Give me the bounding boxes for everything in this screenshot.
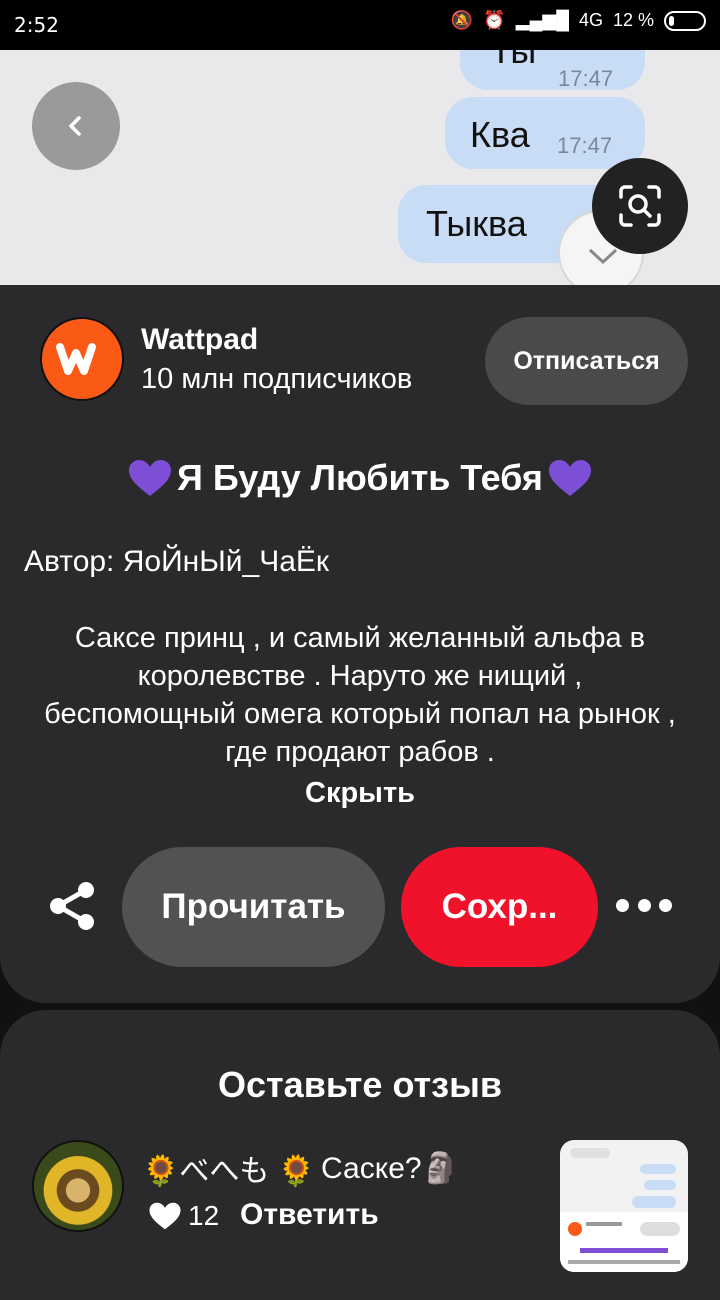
dot-icon (616, 898, 629, 912)
share-icon (50, 882, 94, 930)
purple-heart-icon (129, 460, 172, 496)
like-count: 12 (188, 1200, 220, 1231)
wattpad-logo[interactable] (40, 317, 124, 401)
subscriber-count: 10 млн подписчиков (141, 363, 413, 395)
hide-description-link[interactable]: Скрыть (0, 777, 720, 810)
comment-author[interactable]: 🌻べへも 🌻 (142, 1146, 315, 1190)
reply-button[interactable]: Ответить (240, 1198, 379, 1232)
comment-text: Саске?🗿 (321, 1151, 459, 1185)
chevron-left-icon (69, 116, 81, 136)
pin-details-card: Wattpad 10 млн подписчиков Отписаться Я … (0, 285, 720, 1003)
heart-icon (149, 1202, 181, 1230)
read-button[interactable]: Прочитать (122, 847, 385, 967)
visual-search-button[interactable] (592, 158, 688, 254)
status-icons: 🔕 ⏰ ▂▄▆█ 4G 12 % (451, 10, 706, 31)
dot-icon (659, 898, 672, 912)
reviews-section: Оставьте отзыв 🌻べへも 🌻 Саске?🗿 12 Ответит… (0, 1010, 720, 1300)
more-options-button[interactable] (616, 891, 672, 919)
comment: 🌻べへも 🌻 Саске?🗿 (142, 1146, 459, 1190)
dot-icon (637, 898, 651, 912)
battery-icon (664, 10, 706, 31)
pin-author: Автор: ЯоЙнЫй_ЧаЁк (24, 545, 330, 578)
share-button[interactable] (46, 880, 98, 932)
reviews-title[interactable]: Оставьте отзыв (0, 1064, 720, 1106)
comment-likes[interactable]: 12 (148, 1200, 219, 1232)
network-type: 4G (578, 10, 603, 30)
chat-bubble: Ква 17:47 (445, 97, 645, 169)
mute-icon: 🔕 (450, 10, 474, 30)
alarm-icon: ⏰ (483, 10, 506, 30)
comment-image-thumbnail[interactable] (560, 1140, 688, 1272)
back-button[interactable] (32, 82, 120, 170)
status-time: 2:52 (14, 13, 59, 37)
visual-search-icon (619, 185, 661, 227)
status-bar: 2:52 🔕 ⏰ ▂▄▆█ 4G 12 % (0, 0, 720, 50)
pin-description: Саксе принц , и самый желанный альфа в к… (44, 622, 676, 768)
unsubscribe-button[interactable]: Отписаться (485, 317, 688, 405)
purple-heart-icon (548, 460, 591, 496)
pin-image[interactable]: Ты 17:47 Ква 17:47 Тыква (0, 50, 720, 285)
source-name[interactable]: Wattpad (141, 323, 258, 357)
avatar[interactable] (32, 1140, 124, 1232)
chat-bubble: Ты 17:47 (460, 50, 645, 91)
battery-percent: 12 % (612, 10, 654, 30)
pin-title: Я Буду Любить Тебя (177, 457, 543, 498)
save-button[interactable]: Сохр... (401, 847, 598, 967)
signal-icon: ▂▄▆█ (515, 10, 569, 30)
pin-title-row: Я Буду Любить Тебя (0, 457, 720, 499)
